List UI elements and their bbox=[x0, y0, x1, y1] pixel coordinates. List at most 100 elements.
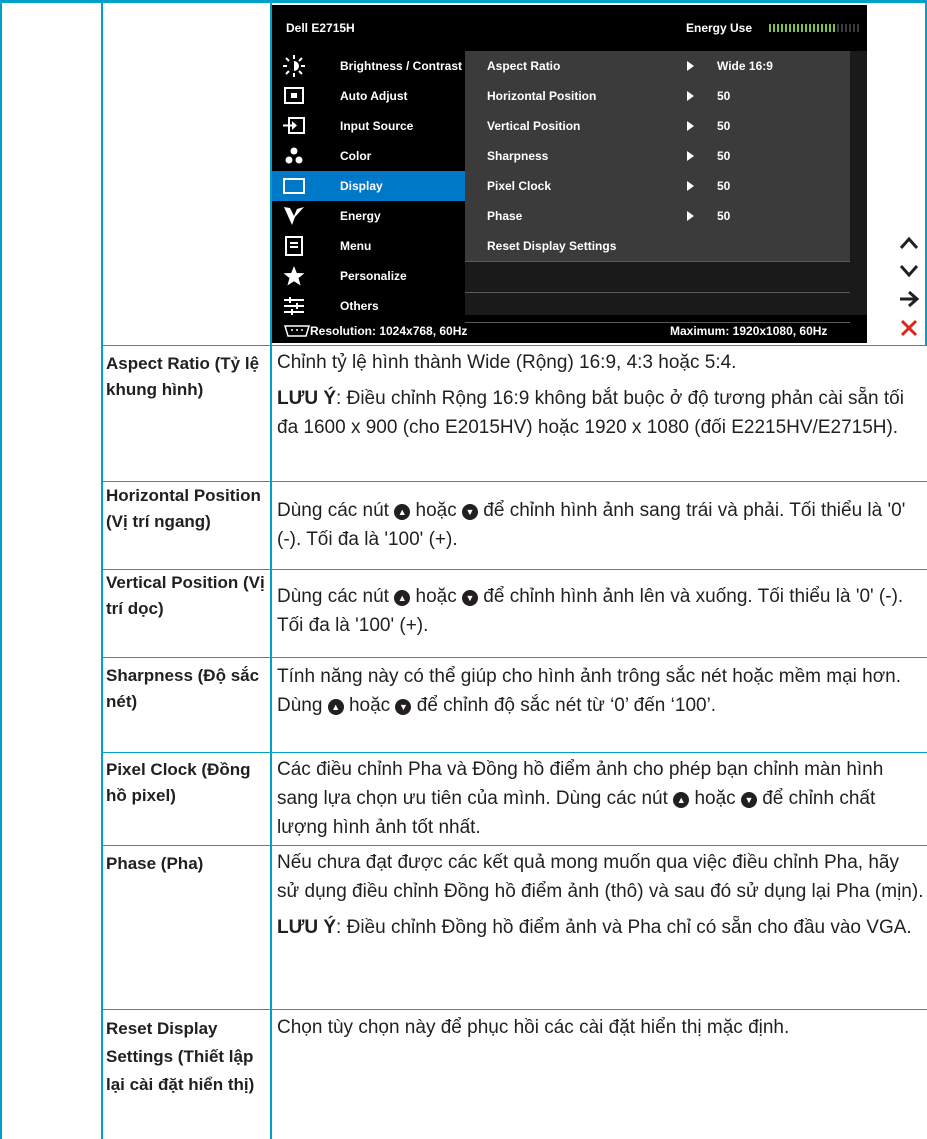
submenu-row-phase[interactable]: Phase 50 bbox=[465, 201, 850, 232]
desc-text-part: hoặc bbox=[415, 586, 457, 607]
energy-meter-segment bbox=[805, 24, 807, 32]
submenu-label: Phase bbox=[487, 209, 523, 223]
up-button-icon: ▲ bbox=[327, 699, 344, 715]
osd-footer: Resolution: 1024x768, 60Hz Maximum: 1920… bbox=[272, 319, 867, 343]
menu-item-label: Energy bbox=[340, 209, 381, 223]
submenu-value: Wide 16:9 bbox=[717, 59, 773, 73]
submenu-row-vertical-position[interactable]: Vertical Position 50 bbox=[465, 111, 850, 142]
menu-item-color[interactable]: Color bbox=[272, 141, 465, 171]
energy-meter-segment bbox=[789, 24, 791, 32]
submenu-row-sharpness[interactable]: Sharpness 50 bbox=[465, 141, 850, 172]
menu-item-label: Auto Adjust bbox=[340, 89, 408, 103]
up-arrow-icon[interactable] bbox=[897, 232, 921, 254]
row-divider bbox=[103, 345, 927, 346]
osd-main-menu: Brightness / Contrast Auto Adjust Input … bbox=[272, 51, 465, 315]
note-paragraph: LƯU Ý: Điều chỉnh Đồng hồ điểm ảnh và Ph… bbox=[277, 913, 925, 942]
menu-item-menu[interactable]: Menu bbox=[272, 231, 465, 261]
submenu-value: 50 bbox=[717, 119, 731, 133]
submenu-row-reset-display-settings[interactable]: Reset Display Settings bbox=[465, 231, 850, 262]
row-divider bbox=[103, 657, 927, 658]
energy-meter-segment bbox=[841, 24, 843, 32]
menu-item-brightness-contrast[interactable]: Brightness / Contrast bbox=[272, 51, 465, 81]
row-divider bbox=[103, 1009, 927, 1010]
column-divider bbox=[101, 3, 103, 1139]
term-horizontal-position: Horizontal Position (Vị trí ngang) bbox=[106, 486, 261, 531]
term-pixel-clock: Pixel Clock (Đồng hồ pixel) bbox=[106, 760, 251, 805]
right-arrow-icon[interactable] bbox=[897, 288, 921, 310]
submenu-label: Horizontal Position bbox=[487, 89, 597, 103]
desc-text-part: Dùng các nút bbox=[277, 500, 389, 521]
desc-text-part: hoặc bbox=[348, 695, 391, 716]
down-button-icon: ▼ bbox=[395, 699, 412, 715]
energy-meter-segment bbox=[817, 24, 819, 32]
menu-item-label: Color bbox=[340, 149, 372, 163]
submenu-label: Vertical Position bbox=[487, 119, 581, 133]
triangle-right-icon bbox=[687, 61, 694, 71]
menu-item-others[interactable]: Others bbox=[272, 291, 465, 321]
desc-aspect-ratio: Chỉnh tỷ lệ hình thành Wide (Rộng) 16:9,… bbox=[277, 348, 925, 442]
triangle-right-icon bbox=[687, 121, 694, 131]
submenu-value: 50 bbox=[717, 209, 731, 223]
desc-text: Nếu chưa đạt được các kết quả mong muốn … bbox=[277, 852, 924, 902]
energy-meter-segment bbox=[785, 24, 787, 32]
down-arrow-icon[interactable] bbox=[897, 260, 921, 282]
auto-adjust-icon bbox=[284, 87, 304, 104]
desc-text-part: Dùng các nút bbox=[277, 586, 389, 607]
row-divider bbox=[103, 481, 927, 482]
menu-icon bbox=[285, 236, 303, 256]
desc-text-part: hoặc bbox=[694, 788, 736, 809]
submenu-row-pixel-clock[interactable]: Pixel Clock 50 bbox=[465, 171, 850, 202]
energy-meter-segment bbox=[773, 24, 775, 32]
desc-phase: Nếu chưa đạt được các kết quả mong muốn … bbox=[277, 848, 925, 942]
submenu-value: 50 bbox=[717, 179, 731, 193]
table-top-border bbox=[0, 0, 927, 3]
energy-meter-segment bbox=[793, 24, 795, 32]
note-label: LƯU Ý bbox=[277, 388, 337, 409]
desc-vertical-position: Dùng các nút ▲ hoặc ▼ để chỉnh hình ảnh … bbox=[277, 582, 925, 640]
desc-sharpness: Tính năng này có thể giúp cho hình ảnh t… bbox=[277, 662, 925, 720]
desc-text: Tính năng này có thể giúp cho hình ảnh t… bbox=[277, 662, 925, 720]
menu-item-auto-adjust[interactable]: Auto Adjust bbox=[272, 81, 465, 111]
menu-item-energy[interactable]: Energy bbox=[272, 201, 465, 231]
submenu-value: 50 bbox=[717, 89, 731, 103]
energy-meter-segment bbox=[777, 24, 779, 32]
star-icon bbox=[283, 266, 305, 286]
note-paragraph: LƯU Ý: Điều chỉnh Rộng 16:9 không bắt bu… bbox=[277, 384, 925, 442]
desc-text: Các điều chỉnh Pha và Đồng hồ điểm ảnh c… bbox=[277, 755, 925, 842]
menu-item-label: Input Source bbox=[340, 119, 414, 133]
energy-meter-segment bbox=[833, 24, 835, 32]
energy-meter-segment bbox=[849, 24, 851, 32]
brightness-icon bbox=[283, 55, 305, 77]
osd-model-name: Dell E2715H bbox=[286, 21, 355, 35]
close-icon[interactable] bbox=[897, 317, 921, 339]
menu-item-label: Display bbox=[340, 179, 383, 193]
menu-item-input-source[interactable]: Input Source bbox=[272, 111, 465, 141]
input-source-icon bbox=[283, 117, 305, 134]
energy-meter-segment bbox=[813, 24, 815, 32]
down-button-icon: ▼ bbox=[462, 590, 479, 606]
osd-header: Dell E2715H Energy Use bbox=[272, 5, 867, 49]
down-button-icon: ▼ bbox=[462, 504, 479, 520]
energy-meter-segment bbox=[845, 24, 847, 32]
triangle-right-icon bbox=[687, 181, 694, 191]
down-button-icon: ▼ bbox=[740, 792, 757, 808]
triangle-right-icon bbox=[687, 151, 694, 161]
menu-item-display[interactable]: Display bbox=[272, 171, 465, 201]
submenu-value: 50 bbox=[717, 149, 731, 163]
osd-menu-screenshot: Dell E2715H Energy Use Brightness / Cont… bbox=[272, 5, 867, 343]
desc-reset-display-settings: Chọn tùy chọn này để phục hồi các cài đặ… bbox=[277, 1013, 925, 1042]
submenu-row-aspect-ratio[interactable]: Aspect Ratio Wide 16:9 bbox=[465, 51, 850, 82]
energy-meter-segment bbox=[825, 24, 827, 32]
energy-meter-segment bbox=[797, 24, 799, 32]
note-label: LƯU Ý bbox=[277, 917, 337, 938]
row-divider bbox=[103, 845, 927, 846]
up-button-icon: ▲ bbox=[673, 792, 690, 808]
energy-use-label: Energy Use bbox=[686, 21, 753, 35]
submenu-label: Aspect Ratio bbox=[487, 59, 561, 73]
energy-meter-segment bbox=[837, 24, 839, 32]
submenu-row-horizontal-position[interactable]: Horizontal Position 50 bbox=[465, 81, 850, 112]
maximum-resolution-readout: Maximum: 1920x1080, 60Hz bbox=[670, 324, 828, 338]
energy-meter-segment bbox=[829, 24, 831, 32]
energy-icon bbox=[284, 207, 304, 225]
menu-item-personalize[interactable]: Personalize bbox=[272, 261, 465, 291]
